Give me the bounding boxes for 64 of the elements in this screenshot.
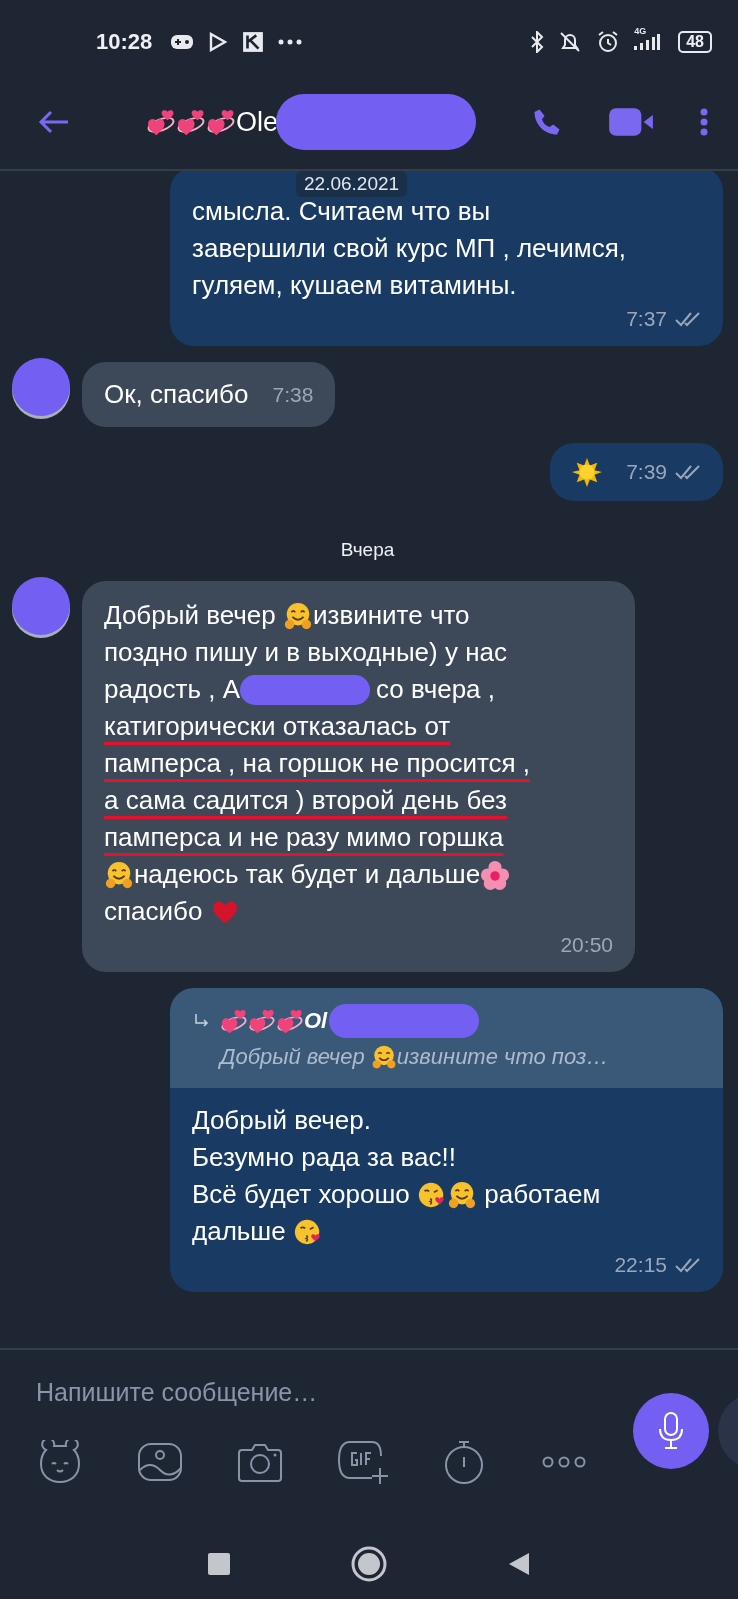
two-hearts-icon bbox=[176, 107, 206, 137]
gif-plus-icon bbox=[336, 1438, 388, 1486]
message-text: Добрый вечер bbox=[104, 599, 277, 632]
back-icon bbox=[507, 1550, 531, 1577]
quoted-message[interactable]: Ol Добрый вечер извините что поз… bbox=[170, 988, 723, 1088]
date-badge: 22.06.2021 bbox=[296, 171, 408, 197]
two-hearts-icon bbox=[206, 107, 236, 137]
message-time: 20:50 bbox=[560, 932, 613, 958]
message-text: Добрый вечер. bbox=[192, 1104, 371, 1137]
message-text: памперса и не разу мимо горшка bbox=[104, 821, 504, 854]
microphone-icon bbox=[657, 1411, 685, 1451]
date-separator: Вчера bbox=[339, 539, 396, 561]
two-hearts-icon bbox=[276, 1007, 304, 1035]
message-text: поздно пишу и в выходные) у нас bbox=[104, 636, 507, 669]
contact-name: Ole bbox=[236, 106, 279, 138]
message-text: Всё будет хорошо bbox=[192, 1178, 411, 1211]
message-text: Ок, спасибо bbox=[104, 378, 249, 411]
home-icon bbox=[351, 1545, 387, 1582]
message-text: спасибо bbox=[104, 895, 204, 928]
quoted-author: Ol bbox=[304, 1008, 328, 1034]
message-time: 7:37 bbox=[626, 306, 667, 332]
message-time: 7:39 bbox=[626, 459, 667, 485]
message-text: гуляем, кушаем витамины. bbox=[192, 269, 517, 302]
sun-icon bbox=[572, 457, 603, 487]
message-text: дальше bbox=[192, 1215, 287, 1248]
play-store-icon bbox=[208, 31, 229, 52]
phone-icon bbox=[532, 107, 562, 137]
message-text: завершили свой курс МП , лечимся, bbox=[192, 232, 626, 265]
bluetooth-icon bbox=[530, 30, 545, 53]
battery-level: 48 bbox=[678, 30, 712, 53]
back-arrow-icon bbox=[38, 110, 70, 134]
message-field[interactable]: Напишите сообщение… bbox=[36, 1372, 596, 1412]
network-type: 4G bbox=[634, 25, 647, 36]
avatar[interactable] bbox=[12, 358, 70, 416]
message-text: радость , А bbox=[104, 673, 241, 706]
message-text: смысла. Считаем что вы bbox=[192, 195, 491, 228]
message-text: извините что bbox=[312, 599, 470, 632]
message-text: со вчера , bbox=[376, 673, 496, 706]
two-hearts-icon bbox=[146, 107, 176, 137]
app-logo-icon bbox=[242, 30, 265, 53]
message-text: работаем bbox=[483, 1178, 601, 1211]
more-notifications-icon bbox=[278, 38, 303, 45]
quoted-text: извините что поз… bbox=[396, 1044, 609, 1070]
clock-time: 10:28 bbox=[96, 28, 153, 55]
video-camera-icon bbox=[608, 107, 654, 137]
gamepad-icon bbox=[170, 32, 195, 51]
signal-icon bbox=[634, 33, 661, 50]
message-text: катигорически отказалась от bbox=[104, 710, 451, 743]
hugging-face-icon bbox=[447, 1179, 477, 1210]
hugging-face-icon bbox=[370, 1044, 397, 1070]
message-text: а сама садится ) второй день без bbox=[104, 784, 507, 817]
message-text: Безумно рада за вас!! bbox=[192, 1141, 456, 1174]
two-hearts-icon bbox=[220, 1007, 248, 1035]
more-options-icon bbox=[700, 108, 708, 136]
message-time: 7:38 bbox=[272, 381, 314, 408]
message-text: памперса , на горшок не просится , bbox=[104, 747, 531, 780]
recent-apps-icon bbox=[207, 1551, 231, 1576]
quoted-text: Добрый вечер bbox=[220, 1044, 366, 1070]
message-time: 22:15 bbox=[614, 1252, 667, 1278]
message-text: надеюсь так будет и дальше bbox=[134, 858, 481, 891]
gallery-icon bbox=[136, 1440, 184, 1484]
two-hearts-icon bbox=[248, 1007, 276, 1035]
avatar[interactable] bbox=[12, 577, 70, 635]
reply-arrow-icon bbox=[194, 1013, 210, 1029]
